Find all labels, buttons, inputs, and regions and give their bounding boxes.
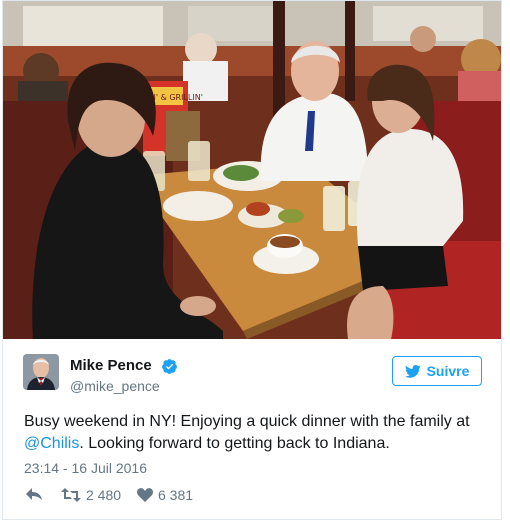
verified-badge-icon — [162, 359, 177, 374]
restaurant-family-photo: CHILIN' & GRILLIN' — [3, 1, 501, 339]
twitter-bird-icon — [404, 364, 421, 378]
avatar-portrait — [23, 354, 59, 390]
heart-icon — [137, 488, 153, 502]
like-count: 6 381 — [158, 487, 194, 503]
like-button[interactable]: 6 381 — [137, 487, 193, 503]
tweet-photo[interactable]: CHILIN' & GRILLIN' — [3, 1, 501, 339]
reply-button[interactable] — [25, 487, 43, 501]
tweet-timestamp[interactable]: 23:14 - 16 Juil 2016 — [24, 460, 147, 476]
follow-button-label: Suivre — [426, 363, 470, 379]
retweet-button[interactable]: 2 480 — [61, 487, 121, 503]
follow-button[interactable]: Suivre — [392, 356, 482, 386]
tweet-text-start: Busy weekend in NY! Enjoying a quick din… — [24, 413, 470, 430]
author-handle[interactable]: @mike_pence — [70, 378, 160, 394]
author-avatar[interactable] — [23, 354, 59, 390]
mention-link[interactable]: @Chilis — [24, 435, 79, 452]
author-name[interactable]: Mike Pence — [70, 357, 152, 374]
retweet-icon — [61, 488, 81, 502]
tweet-card: CHILIN' & GRILLIN' Mike Pence @mike_penc… — [2, 0, 502, 520]
tweet-text: Busy weekend in NY! Enjoying a quick din… — [24, 411, 494, 455]
retweet-count: 2 480 — [86, 487, 122, 503]
tweet-text-end: . Looking forward to getting back to Ind… — [79, 435, 390, 452]
reply-arrow-icon — [26, 488, 42, 500]
